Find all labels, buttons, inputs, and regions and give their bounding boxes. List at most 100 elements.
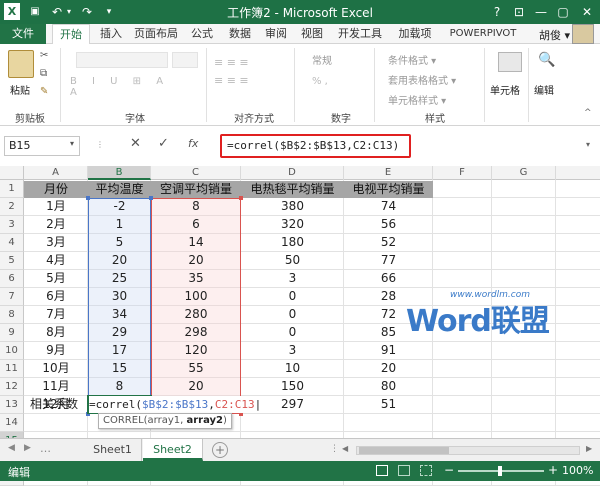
row-header-1[interactable]: 1 [0,180,24,198]
row-header-14[interactable]: 14 [0,414,24,432]
tab-powerpivot[interactable]: POWERPIVOT [446,24,520,44]
formula-input[interactable]: =correl($B$2:$B$13,C2:C13) [220,134,411,158]
table-cell[interactable]: 50 [241,252,344,269]
table-cell[interactable]: 1月 [24,198,88,215]
tab-file[interactable]: 文件 [0,24,46,44]
tab-view[interactable]: 视图 [296,24,328,44]
table-cell[interactable]: 5月 [24,270,88,287]
table-cell[interactable]: 20 [151,378,241,395]
table-cell[interactable]: 51 [344,396,433,413]
row-header-12[interactable]: 12 [0,378,24,396]
table-header-cell[interactable]: 电视平均销量 [344,181,433,198]
font-grow-icon[interactable]: B I U ⊞ A A [70,76,190,98]
table-cell[interactable]: 20 [151,252,241,269]
table-cell[interactable]: 20 [344,360,433,377]
table-cell[interactable]: 11月 [24,378,88,395]
cut-icon[interactable]: ✂ [40,50,48,61]
table-cell[interactable]: 0 [241,306,344,323]
table-cell[interactable]: 10月 [24,360,88,377]
correlation-label-cell[interactable]: 相关系数 [30,396,88,413]
tab-addins[interactable]: 加载项 [394,24,436,44]
table-header-cell[interactable]: 月份 [24,181,88,198]
column-header-a[interactable]: A [24,166,88,180]
table-header-cell[interactable]: 电热毯平均销量 [241,181,344,198]
table-cell[interactable]: 120 [151,342,241,359]
tab-formulas[interactable]: 公式 [186,24,218,44]
column-header-e[interactable]: E [344,166,433,180]
column-header-c[interactable]: C [151,166,241,180]
table-cell[interactable]: -2 [88,198,151,215]
table-cell[interactable]: 91 [344,342,433,359]
format-painter-icon[interactable]: ✎ [40,86,48,97]
sheet-tab-sheet1[interactable]: Sheet1 [84,439,142,461]
table-cell[interactable]: 8 [88,378,151,395]
normal-view-icon[interactable] [376,465,388,476]
add-sheet-icon[interactable]: + [212,442,228,458]
table-cell[interactable]: 5 [88,234,151,251]
h-scroll-right-icon[interactable]: ▶ [586,444,592,453]
tab-developer[interactable]: 开发工具 [334,24,386,44]
row-header-10[interactable]: 10 [0,342,24,360]
table-cell[interactable]: 180 [241,234,344,251]
next-sheet-icon[interactable]: ▶ [24,443,31,453]
row-header-13[interactable]: 13 [0,396,24,414]
table-cell[interactable]: 15 [88,360,151,377]
close-button[interactable]: ✕ [576,2,598,22]
h-scroll-left-icon[interactable]: ◀ [342,444,348,453]
tab-insert[interactable]: 插入 [94,24,128,44]
maximize-button[interactable]: ▢ [552,2,574,22]
expand-formula-bar-icon[interactable]: ▾ [586,140,590,149]
zoom-level[interactable]: 100% [562,464,593,477]
table-cell[interactable]: 74 [344,198,433,215]
name-box-dropdown-icon[interactable]: ▾ [70,139,74,148]
sheet-nav-more[interactable]: … [40,442,51,455]
table-cell[interactable]: 9月 [24,342,88,359]
table-cell[interactable]: 3 [241,270,344,287]
tab-page-layout[interactable]: 页面布局 [130,24,182,44]
table-cell[interactable]: 150 [241,378,344,395]
table-cell[interactable]: 7月 [24,306,88,323]
table-cell[interactable]: 52 [344,234,433,251]
table-cell[interactable]: 2月 [24,216,88,233]
table-cell[interactable]: 14 [151,234,241,251]
percent-icon[interactable]: % , [312,76,328,87]
table-cell[interactable]: 0 [241,324,344,341]
row-header-5[interactable]: 5 [0,252,24,270]
table-cell[interactable]: 6月 [24,288,88,305]
cells-button[interactable]: 单元格 [490,82,520,97]
table-cell[interactable]: 4月 [24,252,88,269]
column-header-g[interactable]: G [492,166,556,180]
cancel-icon[interactable]: ✕ [130,136,141,151]
zoom-slider-thumb[interactable] [498,466,502,476]
tab-review[interactable]: 审阅 [260,24,292,44]
paste-button[interactable]: 粘贴 [10,82,30,97]
row-header-3[interactable]: 3 [0,216,24,234]
minimize-button[interactable]: — [530,2,552,22]
editing-button[interactable]: 编辑 [534,82,554,97]
number-format-select[interactable]: 常规 [312,52,372,68]
table-cell[interactable]: 17 [88,342,151,359]
table-cell[interactable]: 0 [241,288,344,305]
copy-icon[interactable]: ⧉ [40,68,47,79]
scrollbar-thumb[interactable] [359,447,449,454]
editing-icon[interactable]: 🔍 [538,52,558,72]
conditional-format-button[interactable]: 条件格式 ▾ [388,52,436,67]
enter-icon[interactable]: ✓ [158,136,169,151]
page-break-view-icon[interactable] [420,465,432,476]
help-button[interactable]: ? [486,2,508,22]
table-cell[interactable]: 55 [151,360,241,377]
column-header-f[interactable]: F [433,166,492,180]
sheet-tab-sheet2[interactable]: Sheet2 [143,439,203,461]
table-cell[interactable]: 30 [88,288,151,305]
table-cell[interactable]: 6 [151,216,241,233]
tab-home[interactable]: 开始 [52,24,90,45]
table-cell[interactable]: 80 [344,378,433,395]
table-cell[interactable]: 100 [151,288,241,305]
select-all-corner[interactable] [0,166,24,180]
table-cell[interactable]: 380 [241,198,344,215]
table-cell[interactable]: 280 [151,306,241,323]
table-cell[interactable]: 8 [151,198,241,215]
tab-splitter-grip[interactable]: ⋮ [330,444,339,454]
collapse-ribbon-icon[interactable]: ^ [584,108,592,118]
avatar[interactable] [572,24,594,44]
